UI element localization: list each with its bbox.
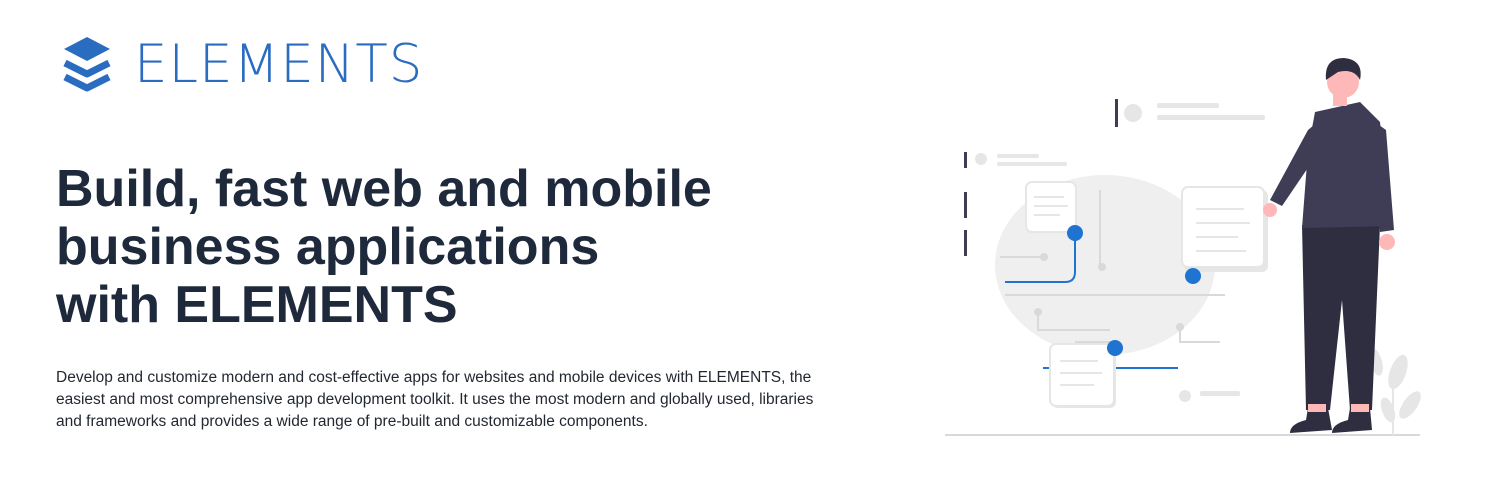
- decorative-line: [1200, 391, 1240, 396]
- blue-dot: [1185, 268, 1201, 284]
- decorative-row: [1115, 99, 1265, 127]
- node-dot: [1098, 263, 1106, 271]
- headline-line: business applications: [56, 218, 600, 276]
- decorative-bar: [964, 192, 967, 218]
- node-dot: [1034, 308, 1042, 316]
- blue-dot: [1067, 225, 1083, 241]
- node-dot: [1040, 253, 1048, 261]
- ui-card: [1049, 343, 1116, 408]
- blue-dot: [1107, 340, 1123, 356]
- brand-name: ELEMENTS: [134, 33, 424, 95]
- decorative-bar: [964, 230, 967, 256]
- decorative-row: [964, 152, 1067, 168]
- plant-icon: [1369, 348, 1421, 435]
- headline-line: Build, fast web and mobile: [56, 160, 712, 218]
- node-dot: [1176, 323, 1184, 331]
- brand-logo[interactable]: ELEMENTS: [60, 32, 423, 96]
- ui-card: [1025, 181, 1077, 233]
- hero-headline: Build, fast web and mobile business appl…: [56, 160, 876, 334]
- headline-line: with ELEMENTS: [56, 276, 458, 334]
- node-dot: [1179, 390, 1191, 402]
- ui-card: [1181, 186, 1268, 272]
- person-figure: [1263, 58, 1395, 433]
- hero-description: Develop and customize modern and cost-ef…: [56, 369, 814, 430]
- person-with-ui-cards-illustration: [945, 58, 1421, 436]
- layers-icon: [63, 37, 111, 92]
